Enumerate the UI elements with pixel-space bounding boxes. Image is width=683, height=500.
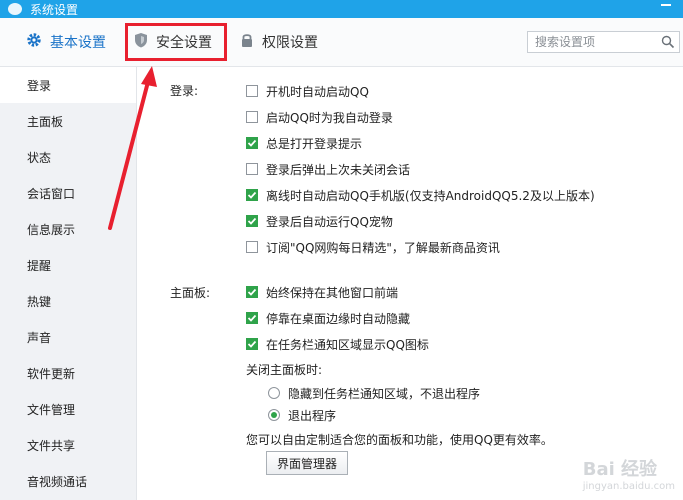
- radio-exit-program[interactable]: 退出程序: [268, 407, 336, 423]
- sidebar-item-sound[interactable]: 声音: [0, 319, 136, 355]
- interface-manager-button[interactable]: 界面管理器: [266, 451, 348, 475]
- title-bar: 系统设置: [0, 0, 683, 18]
- checkbox-checked[interactable]: [246, 312, 258, 324]
- checkbox-checked[interactable]: [246, 338, 258, 350]
- option-label: 登录后弹出上次未关闭会话: [266, 162, 411, 177]
- shield-icon: [134, 32, 148, 52]
- watermark-url: jingyan.baidu.com: [582, 481, 675, 492]
- radio-hide-to-tray[interactable]: 隐藏到任务栏通知区域，不退出程序: [268, 385, 480, 401]
- sidebar-item-file-management[interactable]: 文件管理: [0, 391, 136, 427]
- tab-label: 权限设置: [262, 35, 318, 51]
- lock-icon: [240, 32, 254, 52]
- option-label: 开机时自动启动QQ: [266, 84, 369, 99]
- sidebar-item-file-sharing[interactable]: 文件共享: [0, 427, 136, 463]
- option-login-prompt[interactable]: 总是打开登录提示: [246, 135, 362, 151]
- sidebar-item-hotkeys[interactable]: 热键: [0, 283, 136, 319]
- checkmark-icon: [247, 340, 257, 348]
- search-icon[interactable]: [661, 35, 675, 52]
- option-restore-sessions[interactable]: 登录后弹出上次未关闭会话: [246, 161, 410, 177]
- checkmark-icon: [247, 288, 257, 296]
- sidebar-item-status[interactable]: 状态: [0, 139, 136, 175]
- checkbox-checked[interactable]: [246, 286, 258, 298]
- checkmark-icon: [247, 191, 257, 199]
- sidebar-item-info-display[interactable]: 信息展示: [0, 211, 136, 247]
- option-label: 订阅"QQ网购每日精选"，了解最新商品资讯: [266, 240, 500, 255]
- checkmark-icon: [247, 139, 257, 147]
- checkbox-checked[interactable]: [246, 189, 258, 201]
- sidebar-item-av-call[interactable]: 音视频通话: [0, 463, 136, 499]
- option-label: 在任务栏通知区域显示QQ图标: [266, 337, 429, 352]
- option-auto-start[interactable]: 开机时自动启动QQ: [246, 83, 369, 99]
- watermark-brand: Bai 经验: [582, 459, 658, 480]
- settings-content: 登录: 开机时自动启动QQ 启动QQ时为我自动登录 总是打开登录提示 登录后弹出…: [137, 67, 683, 500]
- option-subscribe-deals[interactable]: 订阅"QQ网购每日精选"，了解最新商品资讯: [246, 239, 500, 255]
- tab-label: 基本设置: [50, 35, 106, 51]
- login-section-label: 登录:: [170, 84, 199, 98]
- option-label: 启动QQ时为我自动登录: [266, 110, 393, 125]
- sidebar-item-login[interactable]: 登录: [0, 67, 136, 103]
- option-auto-login[interactable]: 启动QQ时为我自动登录: [246, 109, 393, 125]
- option-label: 始终保持在其他窗口前端: [266, 285, 399, 300]
- checkbox[interactable]: [246, 111, 258, 123]
- tab-security-settings[interactable]: 安全设置: [134, 18, 212, 66]
- sidebar: 登录 主面板 状态 会话窗口 信息展示 提醒 热键 声音 软件更新 文件管理 文…: [0, 67, 137, 500]
- tab-permission-settings[interactable]: 权限设置: [240, 18, 318, 66]
- search-box[interactable]: [527, 31, 680, 53]
- tab-label: 安全设置: [156, 35, 212, 51]
- option-label: 退出程序: [288, 408, 337, 423]
- sidebar-item-main-panel[interactable]: 主面板: [0, 103, 136, 139]
- checkbox-checked[interactable]: [246, 137, 258, 149]
- option-qq-pet[interactable]: 登录后自动运行QQ宠物: [246, 213, 393, 229]
- checkbox-checked[interactable]: [246, 215, 258, 227]
- minimize-icon[interactable]: [661, 4, 671, 6]
- checkmark-icon: [247, 314, 257, 322]
- sidebar-item-chat-window[interactable]: 会话窗口: [0, 175, 136, 211]
- qq-penguin-icon: [8, 3, 22, 15]
- checkbox[interactable]: [246, 163, 258, 175]
- option-label: 停靠在桌面边缘时自动隐藏: [266, 311, 411, 326]
- baidu-watermark: Bai 经验 jingyan.baidu.com: [583, 455, 675, 492]
- info-text: 您可以自由定制适合您的面板和功能，使用QQ更有效率。: [246, 433, 553, 447]
- option-label: 离线时自动启动QQ手机版(仅支持AndroidQQ5.2及以上版本): [266, 188, 595, 203]
- option-label: 登录后自动运行QQ宠物: [266, 214, 393, 229]
- radio-button-selected[interactable]: [268, 409, 280, 421]
- option-tray-icon[interactable]: 在任务栏通知区域显示QQ图标: [246, 336, 429, 352]
- sidebar-item-software-update[interactable]: 软件更新: [0, 355, 136, 391]
- checkbox[interactable]: [246, 241, 258, 253]
- tab-bar: 基本设置 安全设置 权限设置: [0, 18, 683, 67]
- radio-button[interactable]: [268, 387, 280, 399]
- close-panel-label: 关闭主面板时:: [246, 363, 323, 377]
- tab-basic-settings[interactable]: 基本设置: [26, 18, 106, 66]
- option-auto-hide[interactable]: 停靠在桌面边缘时自动隐藏: [246, 310, 410, 326]
- checkbox[interactable]: [246, 85, 258, 97]
- gear-icon: [26, 32, 42, 52]
- option-always-on-top[interactable]: 始终保持在其他窗口前端: [246, 284, 398, 300]
- sidebar-item-reminder[interactable]: 提醒: [0, 247, 136, 283]
- window-title: 系统设置: [30, 3, 79, 17]
- checkmark-icon: [247, 217, 257, 225]
- option-label: 总是打开登录提示: [266, 136, 363, 151]
- panel-section-label: 主面板:: [170, 286, 211, 300]
- search-input[interactable]: [528, 32, 660, 52]
- option-label: 隐藏到任务栏通知区域，不退出程序: [288, 386, 481, 401]
- option-offline-mobile-qq[interactable]: 离线时自动启动QQ手机版(仅支持AndroidQQ5.2及以上版本): [246, 187, 595, 203]
